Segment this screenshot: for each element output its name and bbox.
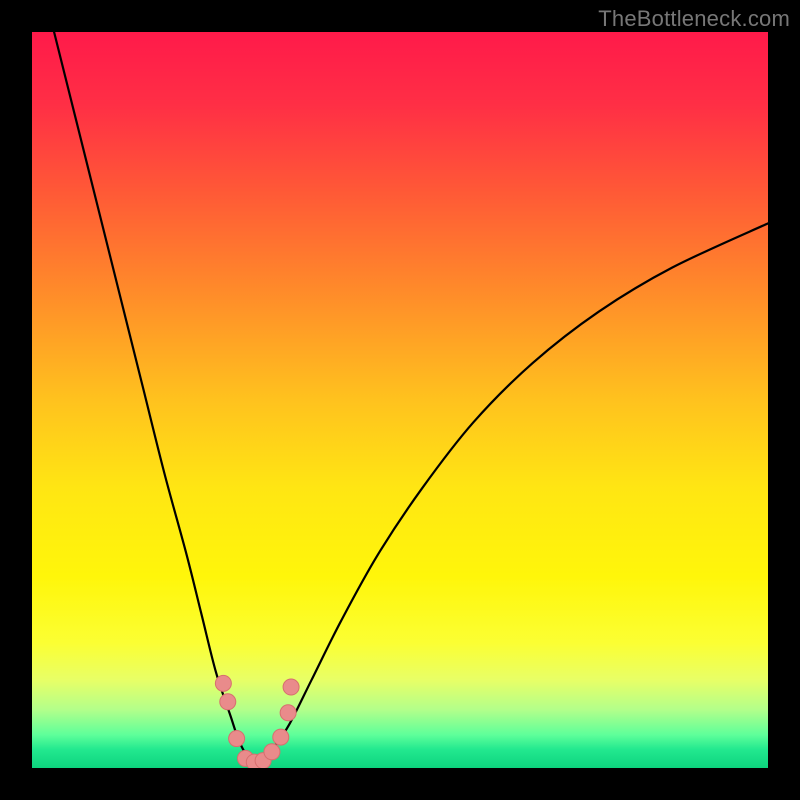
- bottleneck-curve: [54, 32, 768, 762]
- marker-dot: [273, 729, 289, 745]
- marker-dot: [220, 694, 236, 710]
- marker-dot: [229, 731, 245, 747]
- marker-dot: [264, 744, 280, 760]
- marker-dot: [283, 679, 299, 695]
- highlight-markers: [215, 675, 299, 768]
- watermark-text: TheBottleneck.com: [598, 6, 790, 32]
- frame: TheBottleneck.com: [0, 0, 800, 800]
- chart-svg: [32, 32, 768, 768]
- marker-dot: [280, 705, 296, 721]
- marker-dot: [215, 675, 231, 691]
- plot-area: [32, 32, 768, 768]
